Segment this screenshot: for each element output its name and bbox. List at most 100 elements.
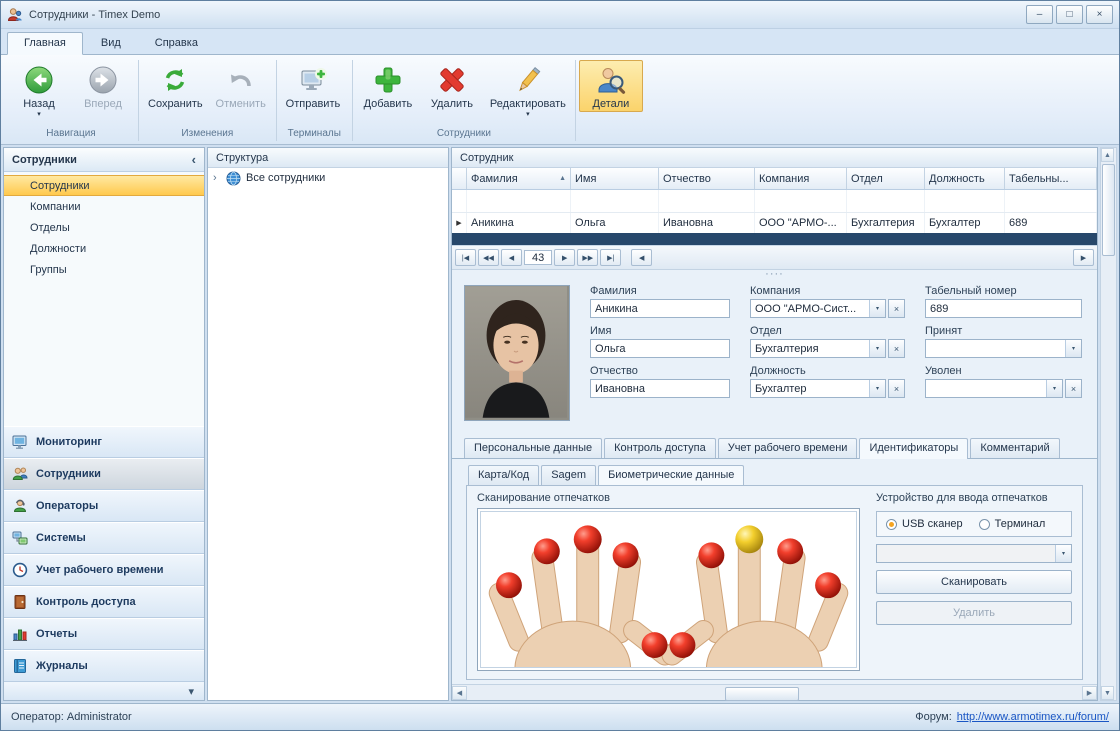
scroll-up-icon[interactable]: ▲	[1101, 148, 1114, 162]
grid-row-anikina[interactable]: ▶ Аникина Ольга Ивановна ООО "АРМО-... Б…	[452, 212, 1097, 233]
delete-fingerprint-button[interactable]: Удалить	[876, 601, 1072, 625]
sidebar-item-companies[interactable]: Компании	[4, 196, 204, 217]
globe-icon	[226, 171, 241, 186]
horizontal-scroll-thumb[interactable]	[725, 687, 799, 701]
usb-scanner-radio[interactable]: USB сканер	[886, 518, 963, 530]
minimize-button[interactable]: –	[1026, 5, 1053, 24]
column-header-lastname[interactable]: Фамилия▲	[467, 168, 571, 189]
tree-expander-icon[interactable]: ›	[213, 172, 221, 184]
position-combo[interactable]: Бухгалтер ▾	[750, 379, 886, 398]
tab-identifiers[interactable]: Идентификаторы	[859, 438, 968, 459]
grid-row-partial-selected[interactable]	[452, 233, 1097, 245]
sidebar-collapse-button[interactable]: ‹	[192, 152, 196, 167]
fired-clear-button[interactable]: ×	[1065, 379, 1082, 398]
nav-item-time-tracking[interactable]: Учет рабочего времени	[4, 554, 204, 586]
company-dropdown-icon[interactable]: ▾	[869, 300, 885, 317]
company-clear-button[interactable]: ×	[888, 299, 905, 318]
nav-item-access-control[interactable]: Контроль доступа	[4, 586, 204, 618]
department-dropdown-icon[interactable]: ▾	[869, 340, 885, 357]
nav-item-monitoring[interactable]: Мониторинг	[4, 426, 204, 458]
hired-date-combo[interactable]: ▾	[925, 339, 1082, 358]
pager-last-button[interactable]: ▶|	[600, 249, 621, 266]
ribbon-tab-help[interactable]: Справка	[139, 33, 214, 54]
subtab-card-code[interactable]: Карта/Код	[468, 465, 539, 485]
ribbon-tab-view[interactable]: Вид	[85, 33, 137, 54]
save-button[interactable]: Сохранить	[142, 60, 209, 112]
lastname-field[interactable]: Аникина	[590, 299, 730, 318]
grid-pager: |◀ ◀◀ ◀ 43 ▶ ▶▶ ▶| ◀ ▶	[452, 245, 1097, 270]
column-header-department[interactable]: Отдел	[847, 168, 925, 189]
pager-next-button[interactable]: ▶	[554, 249, 575, 266]
fingerprint-device-column: Устройство для ввода отпечатков USB скан…	[876, 492, 1072, 671]
company-combo[interactable]: ООО "АРМО-Сист... ▾	[750, 299, 886, 318]
ribbon-separator	[138, 60, 139, 141]
position-clear-button[interactable]: ×	[888, 379, 905, 398]
firstname-field[interactable]: Ольга	[590, 339, 730, 358]
horizontal-scrollbar[interactable]: ◀ ▶	[452, 684, 1097, 700]
edit-button[interactable]: Редактировать ▾	[484, 60, 572, 119]
tree-node-all-employees[interactable]: › Все сотрудники	[208, 168, 448, 188]
grid-hscroll-track[interactable]: ◀	[631, 249, 1071, 266]
nav-overflow-chevron-icon[interactable]: ▾	[188, 685, 194, 698]
hired-dropdown-icon[interactable]: ▾	[1065, 340, 1081, 357]
sidebar-item-groups[interactable]: Группы	[4, 259, 204, 280]
nav-item-reports[interactable]: Отчеты	[4, 618, 204, 650]
scroll-right-icon[interactable]: ▶	[1082, 686, 1097, 700]
nav-item-employees[interactable]: Сотрудники	[4, 458, 204, 490]
middlename-field[interactable]: Ивановна	[590, 379, 730, 398]
tab-personal-data[interactable]: Персональные данные	[464, 438, 602, 458]
details-button[interactable]: Детали	[579, 60, 643, 112]
position-dropdown-icon[interactable]: ▾	[869, 380, 885, 397]
personnel-number-field[interactable]: 689	[925, 299, 1082, 318]
subtab-sagem[interactable]: Sagem	[541, 465, 596, 485]
scan-button[interactable]: Сканировать	[876, 570, 1072, 594]
ribbon-tab-home[interactable]: Главная	[7, 32, 83, 55]
subtab-biometric[interactable]: Биометрические данные	[598, 465, 744, 486]
nav-item-journals[interactable]: Журналы	[4, 650, 204, 682]
send-button[interactable]: Отправить	[280, 60, 347, 112]
add-button[interactable]: Добавить	[356, 60, 420, 112]
tab-comment[interactable]: Комментарий	[970, 438, 1059, 458]
panel-splitter-handle[interactable]: ····	[452, 270, 1097, 279]
pager-first-button[interactable]: |◀	[455, 249, 476, 266]
department-clear-button[interactable]: ×	[888, 339, 905, 358]
vertical-scroll-thumb[interactable]	[1102, 164, 1115, 256]
forum-link[interactable]: http://www.armotimex.ru/forum/	[957, 711, 1109, 723]
nav-item-operators[interactable]: Операторы	[4, 490, 204, 522]
grid-scroll-left-button[interactable]: ◀	[631, 249, 652, 266]
maximize-button[interactable]: □	[1056, 5, 1083, 24]
fired-dropdown-icon[interactable]: ▾	[1046, 380, 1062, 397]
vertical-scrollbar[interactable]: ▲ ▼	[1100, 147, 1117, 701]
back-button[interactable]: Назад ▾	[7, 60, 71, 119]
close-button[interactable]: ×	[1086, 5, 1113, 24]
nav-item-systems[interactable]: Системы	[4, 522, 204, 554]
tab-time-tracking[interactable]: Учет рабочего времени	[718, 438, 858, 458]
pager-prev-button[interactable]: ◀	[501, 249, 522, 266]
sidebar-item-departments[interactable]: Отделы	[4, 217, 204, 238]
sidebar-item-positions[interactable]: Должности	[4, 238, 204, 259]
column-header-firstname[interactable]: Имя	[571, 168, 659, 189]
nav-item-label: Контроль доступа	[36, 596, 136, 608]
scroll-down-icon[interactable]: ▼	[1101, 686, 1114, 700]
scroll-left-icon[interactable]: ◀	[452, 686, 467, 700]
terminal-radio[interactable]: Терминал	[979, 518, 1046, 530]
scanner-select-combo[interactable]: ▾	[876, 544, 1072, 563]
department-combo[interactable]: Бухгалтерия ▾	[750, 339, 886, 358]
forward-button[interactable]: Вперед	[71, 60, 135, 112]
tab-access-control[interactable]: Контроль доступа	[604, 438, 716, 458]
scanner-dropdown-icon[interactable]: ▾	[1055, 545, 1071, 562]
column-header-company[interactable]: Компания	[755, 168, 847, 189]
back-icon	[23, 64, 55, 96]
sidebar-item-employees[interactable]: Сотрудники	[4, 175, 204, 196]
pager-prev-page-button[interactable]: ◀◀	[478, 249, 499, 266]
pager-next-page-button[interactable]: ▶▶	[577, 249, 598, 266]
column-header-middlename[interactable]: Отчество	[659, 168, 755, 189]
fired-date-combo[interactable]: ▾	[925, 379, 1063, 398]
grid-scroll-right-button[interactable]: ▶	[1073, 249, 1094, 266]
fingerprint-hands-image[interactable]	[480, 511, 857, 668]
number-dates-column: Табельный номер 689 Принят ▾ Ув	[925, 285, 1082, 433]
undo-button[interactable]: Отменить	[209, 60, 273, 112]
column-header-position[interactable]: Должность	[925, 168, 1005, 189]
column-header-number[interactable]: Табельны...	[1005, 168, 1097, 189]
delete-button[interactable]: Удалить	[420, 60, 484, 112]
